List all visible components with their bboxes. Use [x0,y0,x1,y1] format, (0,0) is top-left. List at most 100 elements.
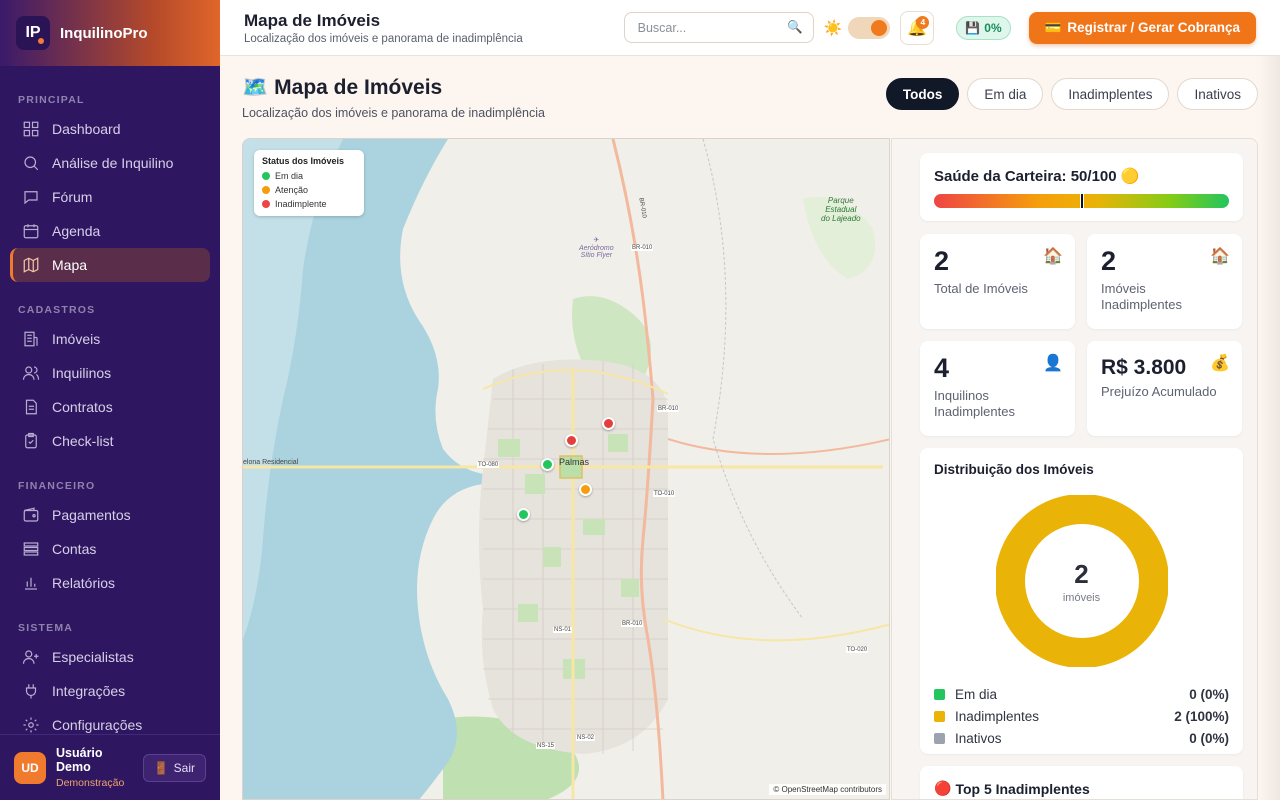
sidebar-item-label: Contas [52,541,97,557]
distribution-row: Em dia 0 (0%) [934,683,1229,705]
theme-toggle[interactable] [848,16,891,39]
map-legend: Status dos Imóveis Em dia Atenção Inadimpl… [254,150,364,216]
nav-section-title: FINANCEIRO [18,480,96,492]
map-icon [23,257,39,273]
logout-button[interactable]: 🚪 Sair [142,753,206,782]
stat-label: Prejuízo Acumulado [1101,384,1217,399]
airplane-icon: ✈ [593,237,600,244]
map-attribution[interactable]: © OpenStreetMap contributors [769,784,886,795]
header-subtitle: Localização dos imóveis e panorama de in… [244,32,523,45]
stat-value: R$ 3.800 [1101,356,1187,379]
sidebar-item-forum[interactable]: Fórum [10,180,210,214]
sidebar-item-mapa[interactable]: Mapa [10,248,210,282]
nav-section-title: PRINCIPAL [18,94,85,106]
sidebar-item-dashboard[interactable]: Dashboard [10,112,210,146]
user-role: Demonstração [56,776,125,789]
distribution-label: Em dia [955,686,998,702]
sidebar-item-check-list[interactable]: Check-list [10,424,210,458]
top5-card: 🔴 Top 5 Inadimplentes [920,766,1243,799]
sidebar-item-agenda[interactable]: Agenda [10,214,210,248]
sidebar-item-label: Imóveis [52,331,101,347]
property-map[interactable]: Palmas Parque Estadual do Lajeado ✈ Aeródro… [242,138,890,800]
stat-value: 2 [934,246,950,276]
sidebar-item-contratos[interactable]: Contratos [10,390,210,424]
sidebar: IP InquilinoPro PRINCIPAL Dashboard Anális… [0,0,220,800]
sidebar-item-label: Dashboard [52,121,121,137]
sidebar-item-label: Pagamentos [52,507,131,523]
stat-icon: 🏠 [1043,248,1063,265]
top5-title: Top 5 Inadimplentes [955,780,1090,797]
search-icon: 🔍 [787,20,803,34]
sidebar-item-label: Configurações [52,717,143,733]
sidebar-item-analise-de-inquilino[interactable]: Análise de Inquilino [10,146,210,180]
sidebar-item-configuracoes[interactable]: Configurações [10,708,210,734]
red-circle-icon: 🔴 [934,780,952,796]
map-label-br010-upper: BR-010 [631,245,654,251]
sidebar-item-label: Check-list [52,433,114,449]
map-label-br010-south: BR-010 [621,621,644,627]
sidebar-nav: PRINCIPAL Dashboard Análise de Inquilino Fó… [0,66,220,734]
gear-icon [23,717,39,733]
distribution-value: 2 (100%) [1174,708,1229,724]
sidebar-item-label: Inquilinos [52,365,112,381]
stat-label: Imóveis Inadimplentes [1101,281,1182,313]
wallet-icon [23,507,39,522]
sidebar-item-pagamentos[interactable]: Pagamentos [10,498,210,532]
stat-card: 2 Total de Imóveis 🏠 [920,234,1075,329]
search-input[interactable]: Buscar... 🔍 [623,12,814,43]
sidebar-item-especialistas[interactable]: Especialistas [10,640,210,674]
search-placeholder: Buscar... [637,20,687,35]
register-charge-button[interactable]: 💳 Registrar / Gerar Cobrança [1028,11,1256,44]
user-add-icon [22,650,39,664]
map-canvas[interactable] [243,139,890,800]
legend-label: Atenção [275,185,309,195]
map-label-ns01: NS-01 [553,627,573,633]
sidebar-item-relatorios[interactable]: Relatórios [10,566,210,600]
map-legend-title: Status dos Imóveis [262,156,345,166]
door-icon: 🚪 [153,760,169,775]
filter-em-dia[interactable]: Em dia [967,78,1044,110]
filter-inadimplentes[interactable]: Inadimplentes [1051,78,1170,110]
notifications-badge: 4 [916,15,930,29]
distribution-swatch [934,710,945,722]
filter-todos[interactable]: Todos [885,78,960,110]
sidebar-item-label: Relatórios [52,575,116,591]
map-marker-em-dia[interactable] [541,458,554,471]
stats-grid: 2 Total de Imóveis 🏠 2 Imóveis Inadimplen… [920,234,1243,436]
sidebar-item-inquilinos[interactable]: Inquilinos [10,356,210,390]
credit-card-icon: 💳 [1044,19,1062,35]
sidebar-item-integracoes[interactable]: Integrações [10,674,210,708]
stat-value: 2 [1101,246,1117,276]
chat-icon [24,191,38,205]
map-label-airport: ✈ Aeródromo Sítio Flyer [579,237,614,260]
calendar-icon [23,224,39,239]
sidebar-item-label: Fórum [52,189,93,205]
brand-name: InquilinoPro [60,24,148,42]
brand[interactable]: IP InquilinoPro [0,0,220,66]
stat-icon: 💰 [1210,355,1230,372]
filter-inativos[interactable]: Inativos [1177,78,1258,110]
map-marker-inadimplente[interactable] [602,417,615,430]
map-marker-atencao[interactable] [579,483,592,496]
map-marker-em-dia[interactable] [517,508,530,521]
legend-label: Inadimplente [275,199,327,209]
notifications-button[interactable]: 🔔 4 [900,10,935,45]
map-label-west: elona Residencial [243,459,299,466]
stat-icon: 🏠 [1210,248,1230,265]
map-label-to010: TO-010 [653,491,676,497]
save-status-badge[interactable]: 💾 0% [956,15,1011,40]
page-title: Mapa de Imóveis [274,76,443,99]
map-marker-inadimplente[interactable] [565,434,578,447]
page-heading: 🗺️ Mapa de Imóveis Localização dos imóve… [242,76,545,120]
distribution-card: Distribuição dos Imóveis 2 imóveis Em di… [920,448,1243,754]
distribution-value: 0 (0%) [1189,686,1229,702]
sidebar-item-imoveis[interactable]: Imóveis [10,322,210,356]
bar-chart-icon [25,577,37,590]
summary-panel: Saúde da Carteira: 50/100 🟡 2 Total de I… [891,138,1258,800]
register-charge-label: Registrar / Gerar Cobrança [1067,20,1240,35]
portfolio-health-marker [1079,193,1084,209]
sun-icon: ☀️ [823,19,843,37]
sidebar-item-contas[interactable]: Contas [10,532,210,566]
sidebar-item-label: Especialistas [52,649,134,665]
portfolio-health-bar [934,193,1229,209]
